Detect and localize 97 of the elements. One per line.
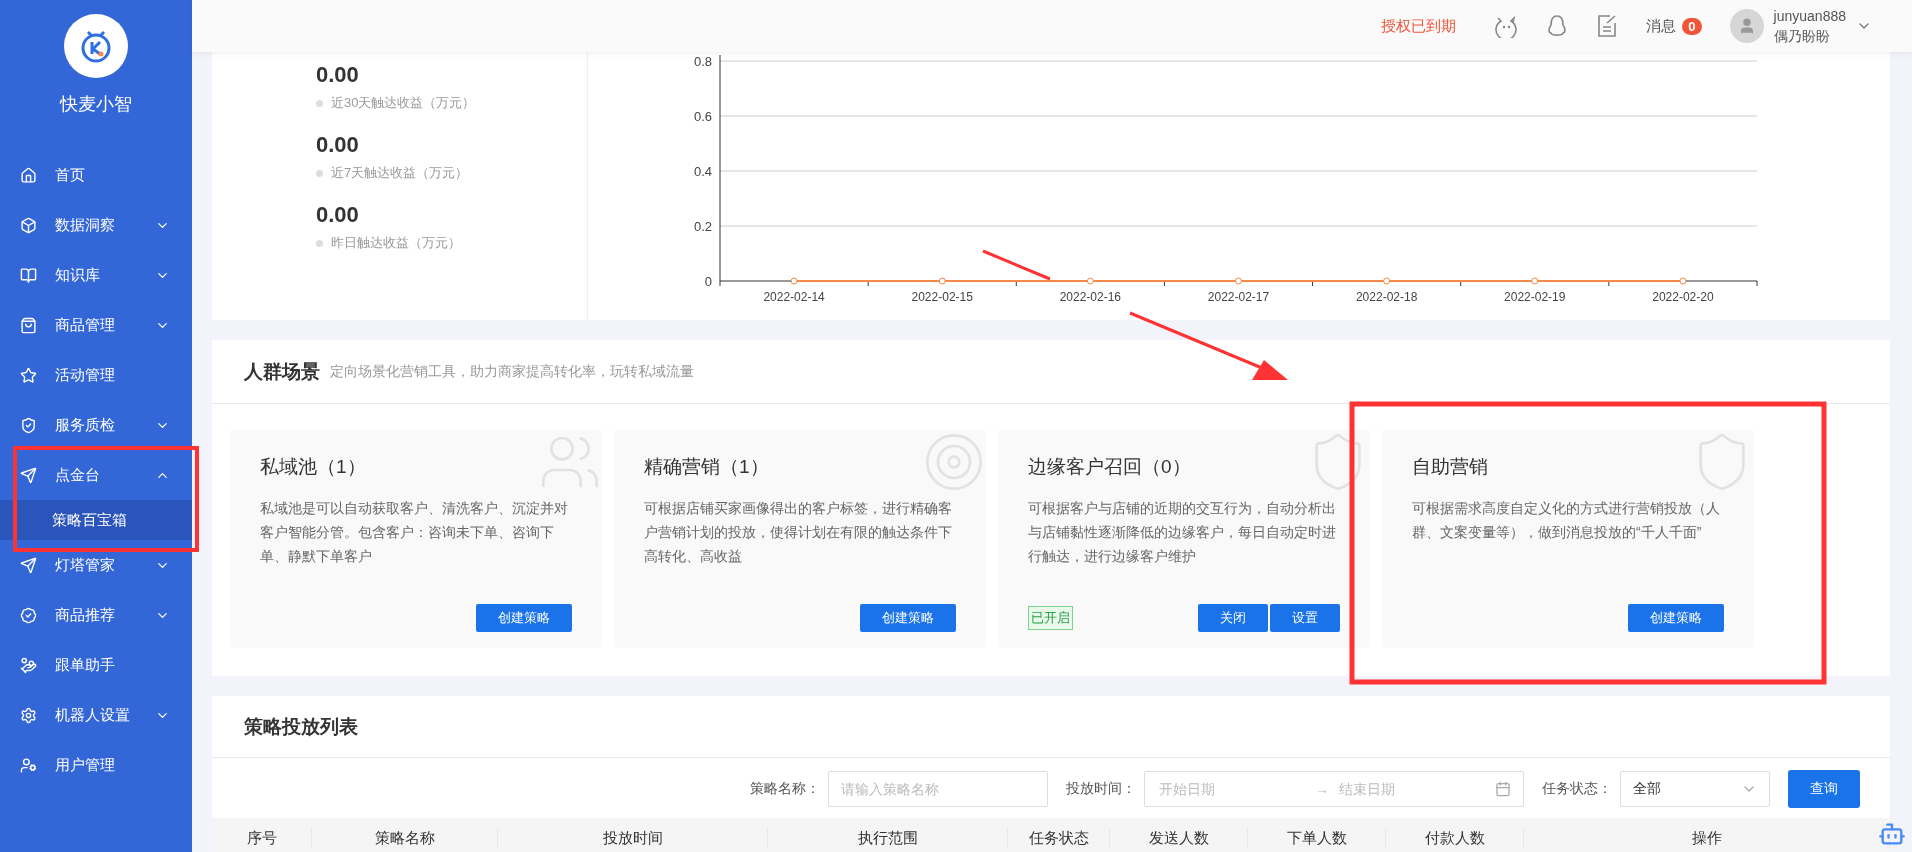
menu-icon (20, 416, 37, 434)
card-button[interactable]: 创建策略 (476, 604, 572, 632)
data-point (1086, 277, 1094, 285)
axis-tick-label: 2022-02-17 (1207, 290, 1270, 304)
stat-label: 近7天触达收益（万元） (331, 164, 469, 182)
menu-icon (20, 756, 37, 774)
data-point (1383, 277, 1391, 285)
menu-icon (20, 216, 37, 234)
menu-icon (20, 316, 37, 334)
avatar-icon[interactable] (1729, 9, 1764, 43)
license-notice: 授权已到期 (1381, 16, 1457, 36)
search-button[interactable]: 查询 (1788, 770, 1860, 808)
menu-icon (20, 166, 37, 184)
bullet-dot (316, 169, 323, 177)
stat-value: 0.00 (316, 62, 360, 88)
username: junyuan888 (1773, 7, 1846, 26)
sidebar-item[interactable]: 服务质检 (0, 400, 192, 450)
notepad-icon[interactable] (1596, 14, 1619, 38)
sidebar-item[interactable]: 商品管理 (0, 300, 192, 350)
data-point (1679, 277, 1687, 285)
axis-tick-label: 0.8 (693, 54, 712, 69)
axis-tick-label: 2022-02-20 (1652, 290, 1714, 304)
messages-label[interactable]: 消息 (1646, 16, 1677, 36)
axis-tick-label: 0 (704, 274, 712, 289)
range-separator: → (1315, 781, 1329, 797)
column-header: 付款人数 (1386, 828, 1524, 848)
section-title: 人群场景 (244, 359, 320, 384)
card-description: 可根据需求高度自定义化的方式进行营销投放（人群、文案变量等），做到消息投放的“千人千面” (1412, 499, 1721, 542)
column-header: 执行范围 (768, 828, 1008, 848)
filter-label: 任务状态： (1542, 780, 1612, 798)
menu-icon (20, 656, 37, 674)
menu-icon (20, 466, 37, 484)
card-button[interactable]: 设置 (1270, 604, 1340, 632)
sidebar-item[interactable]: 跟单助手 (0, 640, 192, 690)
column-header: 投放时间 (498, 828, 768, 848)
message-count-badge: 0 (1682, 17, 1702, 35)
sidebar-subitem[interactable]: 策略百宝箱 (0, 500, 192, 540)
status-tag: 已开启 (1028, 606, 1073, 630)
column-header: 策略名称 (312, 828, 498, 848)
sidebar-item[interactable]: 灯塔管家 (0, 540, 192, 590)
penguin-icon[interactable] (1546, 14, 1569, 38)
column-header: 发送人数 (1110, 828, 1248, 848)
menu-icon (20, 606, 37, 624)
card-description: 可根据客户与店铺的近期的交互行为，自动分析出与店铺黏性逐渐降低的边缘客户，每日自动定时进行触达，进行边缘客户维护 (1028, 499, 1337, 566)
data-point (1235, 277, 1242, 285)
card-title: 边缘客户召回（0） (1028, 455, 1192, 479)
column-header: 下单人数 (1248, 828, 1386, 848)
axis-tick-label: 0.4 (693, 164, 712, 179)
axis-tick-label: 0.6 (693, 109, 712, 124)
stat-label: 昨日触达收益（万元） (331, 234, 461, 252)
filter-label: 投放时间： (1066, 780, 1136, 798)
axis-tick-label: 2022-02-18 (1355, 290, 1418, 304)
bullet-dot (316, 99, 323, 107)
sidebar-item[interactable]: 机器人设置 (0, 690, 192, 740)
section-title: 策略投放列表 (244, 714, 358, 739)
section-subtitle: 定向场景化营销工具，助力商家提高转化率，玩转私域流量 (330, 362, 694, 381)
card-title: 精确营销（1） (644, 455, 770, 479)
menu-icon (20, 366, 37, 384)
status-select[interactable]: 全部 (1620, 771, 1770, 807)
column-header: 任务状态 (1008, 828, 1110, 848)
menu-icon (20, 556, 37, 574)
axis-tick-label: 0.2 (693, 219, 712, 234)
sidebar-item[interactable]: 用户管理 (0, 740, 192, 790)
stat-label: 近30天触达收益（万元） (331, 94, 476, 112)
card-description: 可根据店铺买家画像得出的客户标签，进行精确客户营销计划的投放，使得计划在有限的触达条件下高转化、高收益 (644, 499, 953, 566)
sidebar-item[interactable]: 点金台 (0, 450, 192, 500)
sidebar-item[interactable]: 活动管理 (0, 350, 192, 400)
stat-value: 0.00 (316, 132, 360, 158)
sidebar-item[interactable]: 知识库 (0, 250, 192, 300)
axis-tick-label: 2022-02-15 (911, 290, 973, 304)
card-title: 自助营销 (1412, 455, 1489, 479)
bullet-dot (316, 239, 323, 247)
column-header: 序号 (212, 828, 312, 848)
nickname: 偶乃盼盼 (1773, 27, 1831, 46)
data-point (790, 277, 798, 285)
data-point (938, 277, 946, 285)
menu-icon (20, 266, 37, 284)
card-title: 私域池（1） (260, 455, 367, 479)
sidebar-item[interactable]: 首页 (0, 150, 192, 200)
axis-tick-label: 2022-02-14 (763, 290, 825, 304)
sidebar-item[interactable]: 商品推荐 (0, 590, 192, 640)
card-button[interactable]: 创建策略 (860, 604, 956, 632)
axis-tick-label: 2022-02-19 (1504, 290, 1566, 304)
data-point (1531, 277, 1539, 285)
card-description: 私域池是可以自动获取客户、清洗客户、沉淀并对客户智能分管。包含客户：咨询未下单、咨询下单、静默下单客户 (260, 499, 569, 566)
card-button[interactable]: 创建策略 (1628, 604, 1724, 632)
filter-label: 策略名称： (750, 780, 820, 798)
input-field[interactable]: 请输入策略名称 (828, 771, 1048, 807)
stat-value: 0.00 (316, 202, 360, 228)
menu-icon (20, 706, 37, 724)
calendar-icon (1495, 781, 1511, 797)
column-header: 操作 (1524, 828, 1890, 848)
brand-name: 快麦小智 (58, 93, 133, 116)
axis-tick-label: 2022-02-16 (1059, 290, 1122, 304)
sidebar-item[interactable]: 数据洞察 (0, 200, 192, 250)
face-icon[interactable] (1494, 14, 1519, 38)
card-button[interactable]: 关闭 (1198, 604, 1268, 632)
